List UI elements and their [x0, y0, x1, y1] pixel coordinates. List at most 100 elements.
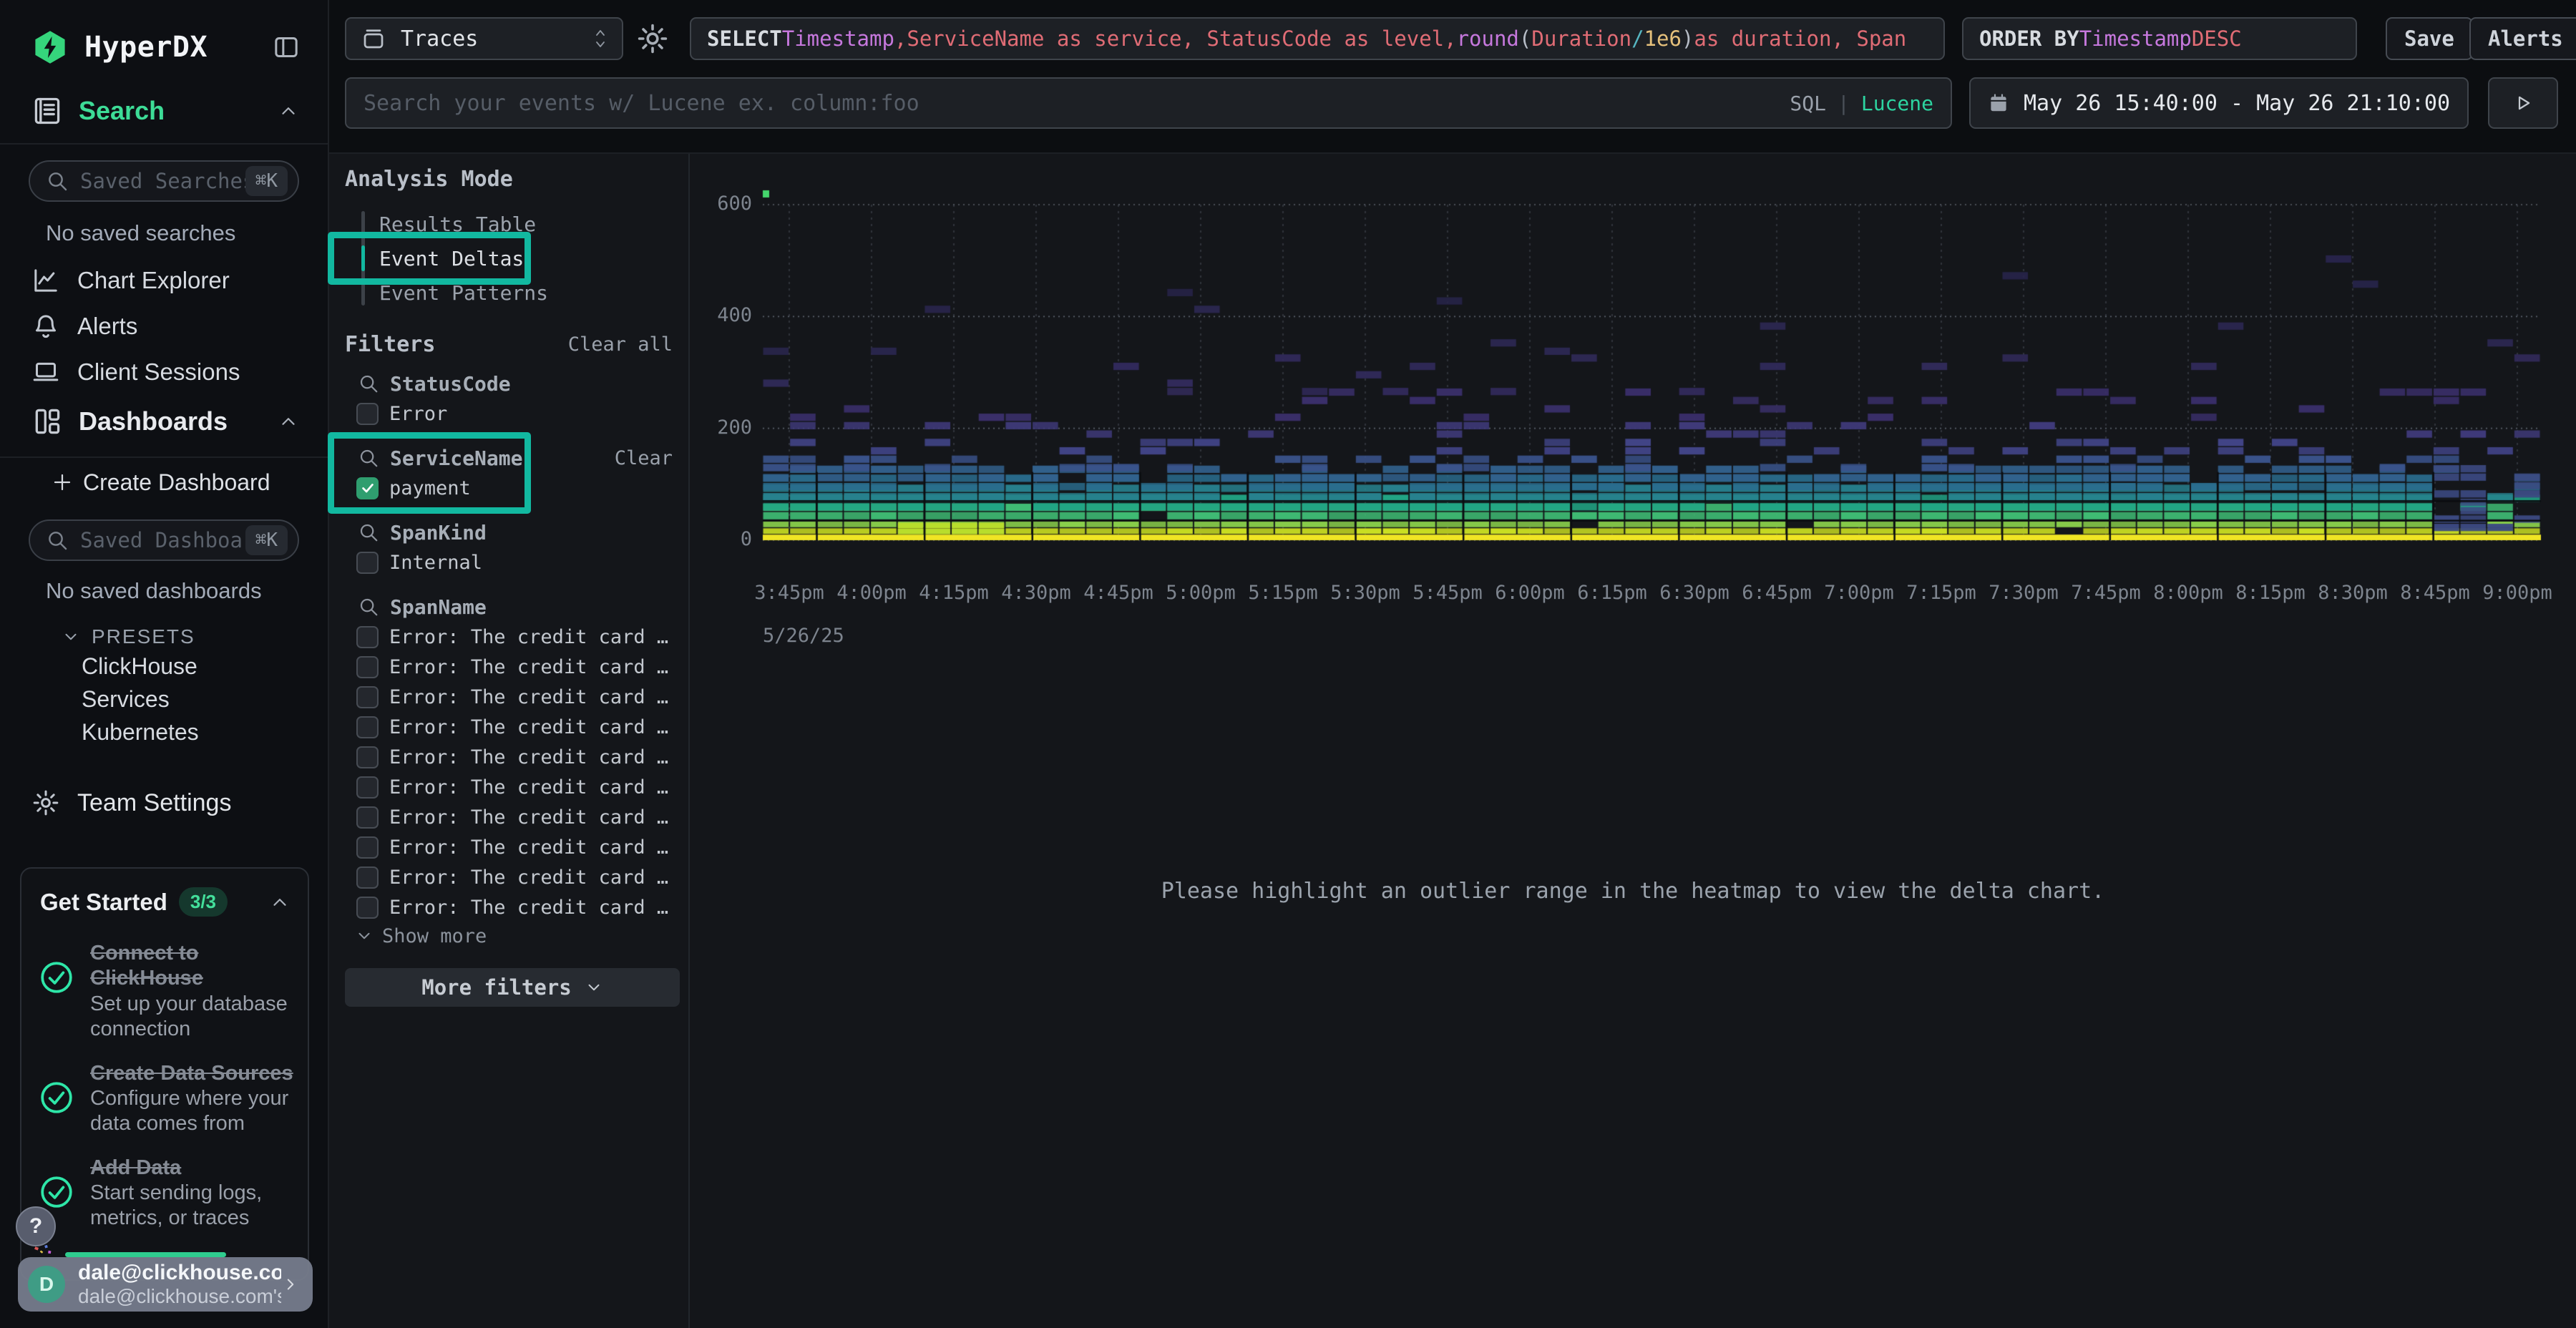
create-dashboard-label: Create Dashboard	[83, 469, 270, 496]
time-range-picker[interactable]: May 26 15:40:00 - May 26 21:10:00	[1969, 77, 2469, 129]
checkbox-checked[interactable]	[356, 477, 379, 499]
checkbox-unchecked[interactable]	[356, 686, 379, 708]
filter-checkbox-row[interactable]: Error: The credit card …	[345, 682, 673, 712]
get-started-item[interactable]: Connect toClickHouseSet up your database…	[39, 941, 295, 1043]
filter-checkbox-row[interactable]: Error: The credit card …	[345, 742, 673, 772]
sidebar-item-label: Client Sessions	[77, 358, 240, 386]
filter-checkbox-row[interactable]: Error: The credit card …	[345, 712, 673, 742]
filter-group-spanname: SpanNameError: The credit card …Error: T…	[345, 592, 673, 949]
get-started-item[interactable]: Add DataStart sending logs,metrics, or t…	[39, 1156, 295, 1231]
source-select-value: Traces	[401, 26, 592, 52]
get-started-item[interactable]: Create Data SourcesConfigure where yourd…	[39, 1061, 295, 1137]
mode-option-label: Event Patterns	[379, 281, 548, 305]
saved-dashboards-input[interactable]: Saved Dashboards ⌘K	[29, 519, 299, 561]
checkbox-unchecked[interactable]	[356, 806, 379, 829]
filter-checkbox-row[interactable]: Error	[345, 399, 673, 429]
checkbox-unchecked[interactable]	[356, 746, 379, 768]
saved-searches-input[interactable]: Saved Searches ⌘K	[29, 160, 299, 202]
filter-checkbox-row[interactable]: Error: The credit card …	[345, 652, 673, 682]
filter-checkbox-row[interactable]: Error: The credit card …	[345, 862, 673, 892]
alerts-button[interactable]: Alerts	[2469, 17, 2576, 60]
preset-item-services[interactable]: Services	[0, 683, 328, 716]
x-tick-label: 4:30pm	[990, 582, 1083, 604]
user-menu[interactable]: D dale@clickhouse.com dale@clickhouse.co…	[18, 1257, 313, 1312]
checkbox-unchecked[interactable]	[356, 656, 379, 678]
filter-value-label: Error: The credit card …	[389, 897, 668, 919]
sidebar: HyperDX Search Saved Searches ⌘K No save…	[0, 0, 329, 1328]
mode-option-label: Results Table	[379, 213, 536, 236]
x-tick-label: 4:45pm	[1072, 582, 1165, 604]
get-started-item-title: Create Data Sources	[90, 1061, 293, 1086]
run-query-button[interactable]	[2488, 77, 2558, 129]
source-settings-gear-icon[interactable]	[635, 21, 670, 56]
filter-checkbox-row[interactable]: Error: The credit card …	[345, 622, 673, 652]
sql-token: round	[1457, 26, 1519, 51]
sidebar-item-alerts[interactable]: Alerts	[0, 303, 328, 349]
sidebar-item-chart-explorer[interactable]: Chart Explorer	[0, 258, 328, 303]
more-filters-button[interactable]: More filters	[345, 968, 680, 1007]
divider	[0, 456, 328, 458]
sidebar-nav: Chart ExplorerAlerts Client Sessions	[0, 258, 328, 395]
mode-option-results-table[interactable]: Results Table	[345, 207, 673, 241]
create-dashboard-button[interactable]: Create Dashboard	[0, 465, 328, 499]
sql-select-editor[interactable]: SELECT Timestamp, ServiceName as service…	[690, 17, 1945, 60]
chevron-up-icon[interactable]	[269, 892, 291, 913]
lucene-toggle[interactable]: Lucene	[1861, 92, 1933, 115]
presets-label: PRESETS	[92, 625, 195, 648]
checkbox-unchecked[interactable]	[356, 552, 379, 574]
sql-token: Timestamp	[2079, 26, 2192, 51]
presets-toggle[interactable]: PRESETS	[0, 624, 328, 650]
gear-icon	[31, 788, 60, 817]
check-circle-icon	[39, 1080, 74, 1115]
checkbox-unchecked[interactable]	[356, 403, 379, 425]
x-tick-label: 4:00pm	[825, 582, 918, 604]
event-search-input[interactable]: Search your events w/ Lucene ex. column:…	[345, 77, 1952, 129]
duration-heatmap-canvas[interactable]	[761, 179, 2545, 547]
calendar-icon	[1988, 91, 2009, 115]
checkbox-unchecked[interactable]	[356, 897, 379, 919]
checkbox-unchecked[interactable]	[356, 866, 379, 889]
x-tick-label: 3:45pm	[743, 582, 836, 604]
save-button[interactable]: Save	[2386, 17, 2473, 60]
filter-checkbox-row[interactable]: Internal	[345, 547, 673, 577]
checkbox-unchecked[interactable]	[356, 716, 379, 738]
laptop-icon	[31, 358, 60, 386]
show-more-link[interactable]: Show more	[345, 922, 673, 949]
sql-toggle[interactable]: SQL	[1790, 92, 1826, 115]
chevron-up-icon[interactable]	[278, 100, 299, 122]
get-started-header[interactable]: Get Started 3/3	[21, 869, 308, 922]
mode-option-event-patterns[interactable]: Event Patterns	[345, 275, 673, 310]
sql-orderby-editor[interactable]: ORDER BY Timestamp DESC	[1962, 17, 2357, 60]
sidebar-section-dashboards[interactable]: Dashboards	[0, 401, 328, 442]
get-started-item-title: Add Data	[90, 1156, 262, 1181]
no-saved-dashboards-text: No saved dashboards	[0, 578, 328, 604]
sidebar-section-search[interactable]: Search	[0, 90, 328, 132]
filter-checkbox-row[interactable]: payment	[345, 473, 673, 503]
filter-checkbox-row[interactable]: Error: The credit card …	[345, 802, 673, 832]
x-tick-label: 6:30pm	[1648, 582, 1741, 604]
preset-item-kubernetes[interactable]: Kubernetes	[0, 716, 328, 748]
sidebar-item-client-sessions[interactable]: Client Sessions	[0, 349, 328, 395]
filter-group-clear-link[interactable]: Clear	[615, 447, 673, 469]
user-team: dale@clickhouse.com's	[78, 1285, 281, 1308]
checkbox-unchecked[interactable]	[356, 776, 379, 799]
filter-checkbox-row[interactable]: Error: The credit card …	[345, 772, 673, 802]
sidebar-collapse-icon[interactable]	[270, 33, 302, 62]
filter-checkbox-row[interactable]: Error: The credit card …	[345, 832, 673, 862]
journal-icon	[31, 95, 63, 127]
sql-token: /	[1631, 26, 1644, 51]
mode-option-event-deltas[interactable]: Event Deltas	[345, 241, 673, 275]
checkbox-unchecked[interactable]	[356, 626, 379, 648]
filters-title: Filters	[345, 332, 568, 357]
checkbox-unchecked[interactable]	[356, 836, 379, 859]
chevron-up-icon[interactable]	[278, 411, 299, 432]
get-started-item-text: Create Data SourcesConfigure where yourd…	[90, 1061, 293, 1137]
clear-all-link[interactable]: Clear all	[568, 333, 673, 356]
help-button[interactable]: ?	[16, 1206, 56, 1246]
x-tick-label: 8:45pm	[2389, 582, 2482, 604]
preset-item-clickhouse[interactable]: ClickHouse	[0, 650, 328, 683]
source-select[interactable]: Traces	[345, 17, 623, 60]
team-settings-button[interactable]: Team Settings	[0, 783, 328, 823]
filter-checkbox-row[interactable]: Error: The credit card …	[345, 892, 673, 922]
x-tick-label: 6:45pm	[1730, 582, 1823, 604]
